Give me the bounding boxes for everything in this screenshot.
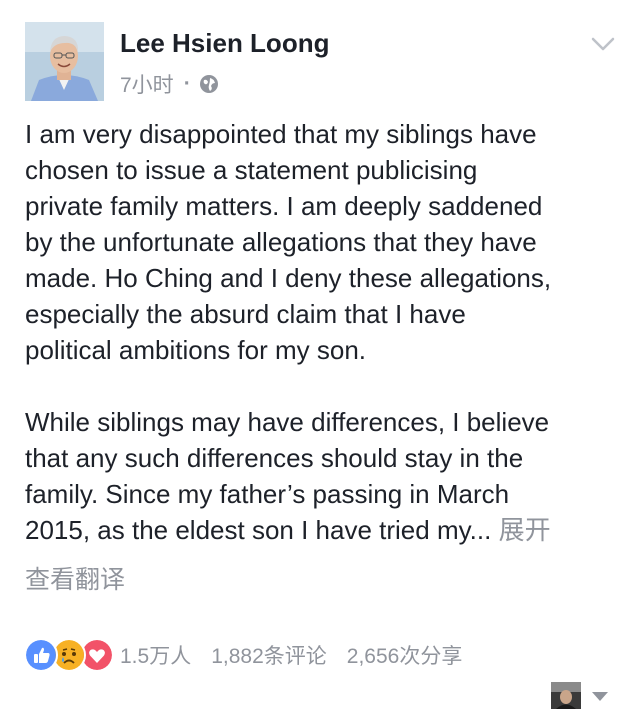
text-line: chosen to issue a statement publicising	[25, 155, 478, 185]
text-line-content: 2015, as the eldest son I have tried my.…	[25, 515, 492, 545]
text-line: political ambitions for my son.	[25, 335, 367, 365]
meta-separator: ·	[183, 72, 191, 95]
profile-avatar[interactable]	[551, 682, 581, 709]
text-line: private family matters. I am deeply sadd…	[25, 191, 543, 221]
post-text: I am very disappointed that my siblings …	[25, 116, 625, 548]
text-line: by the unfortunate allegations that they…	[25, 227, 537, 257]
text-line: especially the absurd claim that I have	[25, 299, 466, 329]
chevron-down-icon[interactable]	[591, 36, 615, 52]
reaction-count[interactable]: 1.5万人	[120, 640, 191, 670]
caret-down-icon[interactable]	[591, 690, 609, 702]
globe-icon[interactable]	[199, 74, 219, 94]
post-meta: 7小时 ·	[120, 70, 219, 98]
comment-count[interactable]: 1,882条评论	[211, 640, 327, 670]
author-avatar[interactable]	[25, 22, 104, 101]
like-icon	[24, 638, 58, 672]
post-paragraph-2: While siblings may have differences, I b…	[25, 404, 625, 548]
see-more-link[interactable]: 展开	[499, 515, 551, 545]
facebook-post: Lee Hsien Loong 7小时 · I am very disappoi…	[0, 0, 640, 709]
post-timestamp[interactable]: 7小时	[120, 69, 174, 99]
text-line: While siblings may have differences, I b…	[25, 407, 550, 437]
see-translation-link[interactable]: 查看翻译	[25, 560, 125, 596]
share-count[interactable]: 2,656次分享	[347, 640, 463, 670]
text-line: I am very disappointed that my siblings …	[25, 119, 537, 149]
author-name[interactable]: Lee Hsien Loong	[120, 28, 329, 59]
text-line: family. Since my father’s passing in Mar…	[25, 479, 510, 509]
reactions-bar: 1.5万人 1,882条评论 2,656次分享	[24, 638, 482, 672]
reaction-as-selector[interactable]	[551, 682, 609, 709]
text-line: that any such differences should stay in…	[25, 443, 524, 473]
text-line: made. Ho Ching and I deny these allegati…	[25, 263, 552, 293]
reaction-icons[interactable]	[24, 638, 114, 672]
post-paragraph-1: I am very disappointed that my siblings …	[25, 116, 625, 368]
text-line-last: 2015, as the eldest son I have tried my.…	[25, 512, 625, 548]
